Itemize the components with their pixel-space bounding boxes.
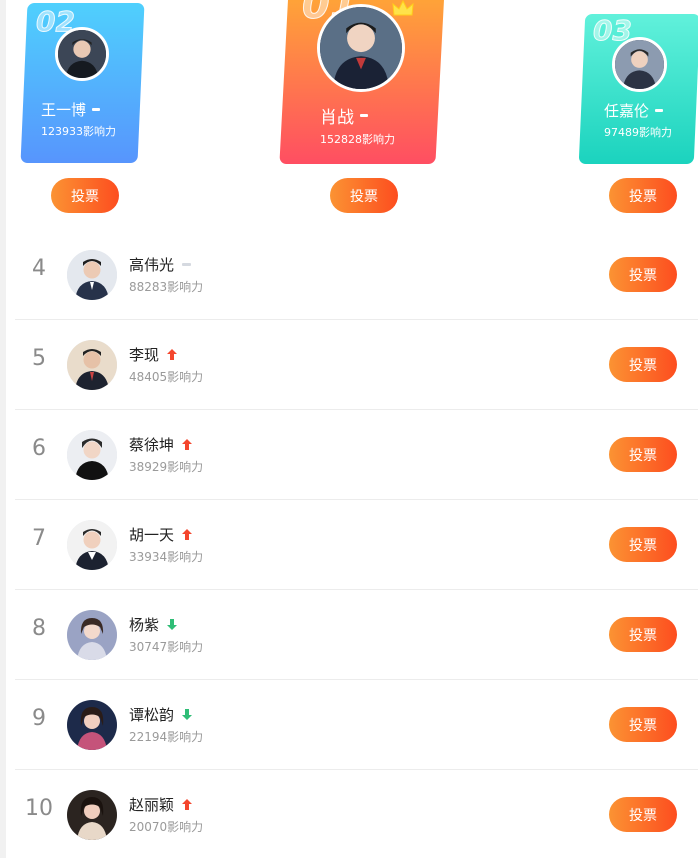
podium-name: 王一博 [41, 99, 101, 120]
vote-button-second[interactable]: 投票 [51, 178, 119, 213]
vote-button-first[interactable]: 投票 [330, 178, 398, 213]
list-item: 10 赵丽颖 20070影响力 投票 [15, 770, 698, 858]
trend-down-icon [182, 709, 193, 720]
avatar [67, 430, 117, 480]
list-item: 4 高伟光 88283影响力 投票 [15, 230, 698, 320]
avatar [317, 4, 405, 92]
podium-score: 123933影响力 [41, 125, 116, 138]
item-name: 李现 [129, 344, 178, 365]
rank-number: 8 [32, 616, 46, 641]
list-item: 8 杨紫 30747影响力 投票 [15, 590, 698, 680]
rank-number: 10 [25, 796, 53, 821]
podium-name: 肖战 [320, 103, 368, 128]
rank-number: 4 [32, 256, 46, 281]
trend-down-icon [167, 619, 178, 630]
podium-card-third[interactable]: 03 任嘉伦 97489影响力 [578, 14, 698, 164]
item-score: 30747影响力 [129, 640, 204, 654]
item-score: 48405影响力 [129, 370, 204, 384]
item-name: 杨紫 [129, 614, 178, 635]
list-item: 6 蔡徐坤 38929影响力 投票 [15, 410, 698, 500]
avatar [67, 700, 117, 750]
rank-number: 5 [32, 346, 46, 371]
avatar [67, 610, 117, 660]
trend-up-icon [182, 439, 193, 450]
rank-number: 7 [32, 526, 46, 551]
avatar [67, 790, 117, 840]
item-name: 谭松韵 [129, 704, 193, 725]
list-item: 9 谭松韵 22194影响力 投票 [15, 680, 698, 770]
vote-button[interactable]: 投票 [609, 617, 677, 652]
podium-score: 97489影响力 [604, 126, 672, 139]
item-name: 胡一天 [129, 524, 193, 545]
vote-button-third[interactable]: 投票 [609, 178, 677, 213]
list-item: 5 李现 48405影响力 投票 [15, 320, 698, 410]
vote-button[interactable]: 投票 [609, 347, 677, 382]
trend-same-icon [360, 114, 368, 117]
avatar [67, 250, 117, 300]
avatar [55, 27, 109, 81]
trend-same-icon [92, 108, 101, 111]
trend-up-icon [167, 349, 178, 360]
trend-up-icon [182, 529, 193, 540]
item-score: 20070影响力 [129, 820, 204, 834]
trend-up-icon [182, 799, 193, 810]
podium-score: 152828影响力 [320, 133, 395, 146]
avatar [612, 37, 667, 92]
vote-button[interactable]: 投票 [609, 257, 677, 292]
item-score: 33934影响力 [129, 550, 204, 564]
vote-button[interactable]: 投票 [609, 707, 677, 742]
avatar [67, 340, 117, 390]
list-item: 7 胡一天 33934影响力 投票 [15, 500, 698, 590]
item-name: 赵丽颖 [129, 794, 193, 815]
rank-number: 9 [32, 706, 46, 731]
podium-card-first[interactable]: 01 肖战 152828影响力 [279, 0, 445, 164]
vote-button[interactable]: 投票 [609, 797, 677, 832]
left-edge-strip [0, 0, 6, 858]
vote-button[interactable]: 投票 [609, 527, 677, 562]
trend-same-icon [655, 109, 664, 112]
item-score: 38929影响力 [129, 460, 204, 474]
avatar [67, 520, 117, 570]
item-score: 88283影响力 [129, 280, 204, 294]
ranking-page: 02 王一博 123933影响力 01 肖战 152828影响力 03 任嘉伦 [0, 0, 698, 858]
trend-same-icon [182, 263, 192, 266]
vote-button[interactable]: 投票 [609, 437, 677, 472]
rank-number: 6 [32, 436, 46, 461]
podium-card-second[interactable]: 02 王一博 123933影响力 [20, 3, 145, 163]
crown-icon [392, 0, 414, 16]
item-score: 22194影响力 [129, 730, 204, 744]
podium-name: 任嘉伦 [604, 100, 664, 121]
item-name: 蔡徐坤 [129, 434, 193, 455]
item-name: 高伟光 [129, 254, 192, 275]
